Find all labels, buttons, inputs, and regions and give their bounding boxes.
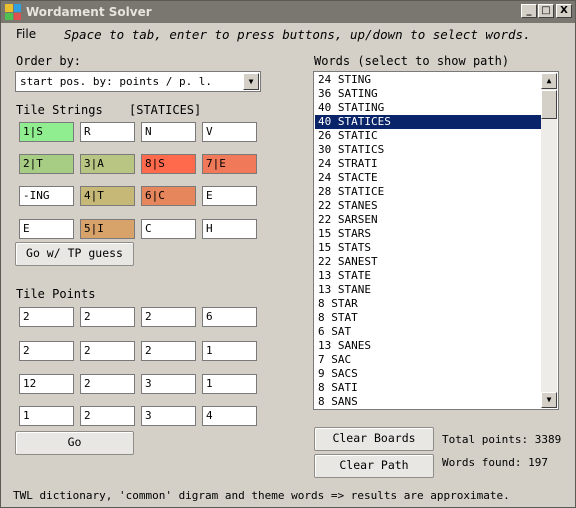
tile-string-input[interactable]: 4|T (80, 186, 135, 206)
word-list-item[interactable]: 30 STATICS (315, 143, 542, 157)
footer-note: TWL dictionary, 'common' digram and them… (13, 489, 510, 502)
word-list-item[interactable]: 22 SARSEN (315, 213, 542, 227)
tile-point-input[interactable]: 2 (80, 307, 135, 327)
word-list-item[interactable]: 24 STING (315, 73, 542, 87)
words-scrollbar[interactable]: ▲ ▼ (541, 73, 557, 408)
word-list-item[interactable]: 13 STANE (315, 283, 542, 297)
word-list-item[interactable]: 22 STANES (315, 199, 542, 213)
go-button[interactable]: Go (15, 431, 134, 455)
word-list-item[interactable]: 28 STATICE (315, 185, 542, 199)
tile-strings-label: Tile Strings (16, 103, 103, 117)
words-listbox[interactable]: 24 STING 36 SATING 40 STATING 40 STATICES 26… (313, 71, 559, 410)
tile-string-input[interactable]: N (141, 122, 196, 142)
window-title: Wordament Solver (26, 5, 152, 19)
keyboard-hint: Space to tab, enter to press buttons, up… (64, 27, 531, 42)
tile-point-input[interactable]: 2 (141, 341, 196, 361)
tile-point-input[interactable]: 1 (202, 341, 257, 361)
tile-point-input[interactable]: 12 (19, 374, 74, 394)
total-points-text: Total points: 3389 (442, 433, 561, 446)
tile-point-input[interactable]: 2 (141, 307, 196, 327)
total-points-value: 3389 (534, 433, 562, 446)
word-list-item[interactable]: 36 SATING (315, 87, 542, 101)
current-word-label: [STATICES] (129, 103, 202, 117)
words-found-label: Words found: (442, 456, 522, 469)
words-found-text: Words found: 197 (442, 456, 548, 469)
tile-string-input[interactable]: 6|C (141, 186, 196, 206)
total-points-label: Total points: (442, 433, 529, 446)
word-list-item[interactable]: 24 STACTE (315, 171, 542, 185)
tile-point-input[interactable]: 2 (19, 307, 74, 327)
clear-boards-button[interactable]: Clear Boards (314, 427, 434, 451)
title-bar[interactable]: Wordament Solver _ □ X (1, 1, 575, 23)
maximize-button[interactable]: □ (538, 4, 554, 18)
tile-point-input[interactable]: 2 (80, 406, 135, 426)
minimize-button[interactable]: _ (521, 4, 537, 18)
tile-string-input[interactable]: 5|I (80, 219, 135, 239)
tile-point-input[interactable]: 1 (202, 374, 257, 394)
word-list-item[interactable]: 7 SAC (315, 353, 542, 367)
tile-point-input[interactable]: 3 (141, 374, 196, 394)
word-list-item[interactable]: 22 SANEST (315, 255, 542, 269)
word-list-item[interactable]: 8 SANS (315, 395, 542, 409)
tile-point-input[interactable]: 6 (202, 307, 257, 327)
tile-points-label: Tile Points (16, 287, 96, 301)
tile-string-input[interactable]: H (202, 219, 257, 239)
tile-string-input[interactable]: C (141, 219, 196, 239)
tile-point-input[interactable]: 2 (80, 341, 135, 361)
go-tp-guess-button[interactable]: Go w/ TP guess (15, 242, 134, 266)
app-window: Wordament Solver _ □ X File Space to tab… (0, 0, 576, 508)
order-by-value: start pos. by: points / p. l. (20, 75, 213, 88)
words-list: 24 STING 36 SATING 40 STATING 40 STATICES 26… (315, 73, 542, 409)
tile-string-input[interactable]: 7|E (202, 154, 257, 174)
words-label: Words (select to show path) (314, 54, 510, 68)
clear-path-button[interactable]: Clear Path (314, 454, 434, 478)
word-list-item[interactable]: 15 STARS (315, 227, 542, 241)
app-icon (5, 4, 21, 20)
scroll-thumb[interactable] (541, 90, 557, 119)
word-list-item[interactable]: 24 STRATI (315, 157, 542, 171)
tile-string-input[interactable]: E (19, 219, 74, 239)
tile-string-input[interactable]: -ING (19, 186, 74, 206)
word-list-item[interactable]: 8 SATI (315, 381, 542, 395)
word-list-item[interactable]: 9 SACS (315, 367, 542, 381)
word-list-item[interactable]: 26 STATIC (315, 129, 542, 143)
tile-point-input[interactable]: 1 (19, 406, 74, 426)
word-list-item[interactable]: 8 STAT (315, 311, 542, 325)
word-list-item[interactable]: 6 SAT (315, 325, 542, 339)
tile-point-input[interactable]: 4 (202, 406, 257, 426)
word-list-item[interactable]: 13 SANES (315, 339, 542, 353)
word-list-item[interactable]: 40 STATICES (315, 115, 542, 129)
tile-string-input[interactable]: 2|T (19, 154, 74, 174)
word-list-item[interactable]: 40 STATING (315, 101, 542, 115)
word-list-item[interactable]: 15 STATS (315, 241, 542, 255)
tile-point-input[interactable]: 2 (19, 341, 74, 361)
word-list-item[interactable]: 8 STAR (315, 297, 542, 311)
order-by-select[interactable]: start pos. by: points / p. l. ▼ (15, 71, 261, 92)
tile-string-input[interactable]: V (202, 122, 257, 142)
tile-string-input[interactable]: E (202, 186, 257, 206)
tile-string-input[interactable]: 1|S (19, 122, 74, 142)
chevron-down-icon[interactable]: ▼ (243, 73, 259, 90)
words-found-value: 197 (528, 456, 548, 469)
tile-string-input[interactable]: 3|A (80, 154, 135, 174)
tile-point-input[interactable]: 3 (141, 406, 196, 426)
scroll-down-icon[interactable]: ▼ (541, 392, 557, 408)
tile-point-input[interactable]: 2 (80, 374, 135, 394)
tile-string-input[interactable]: 8|S (141, 154, 196, 174)
scroll-up-icon[interactable]: ▲ (541, 73, 557, 89)
close-button[interactable]: X (556, 4, 572, 18)
menu-file[interactable]: File (16, 27, 36, 41)
tile-string-input[interactable]: R (80, 122, 135, 142)
order-by-label: Order by: (16, 54, 82, 68)
word-list-item[interactable]: 13 STATE (315, 269, 542, 283)
